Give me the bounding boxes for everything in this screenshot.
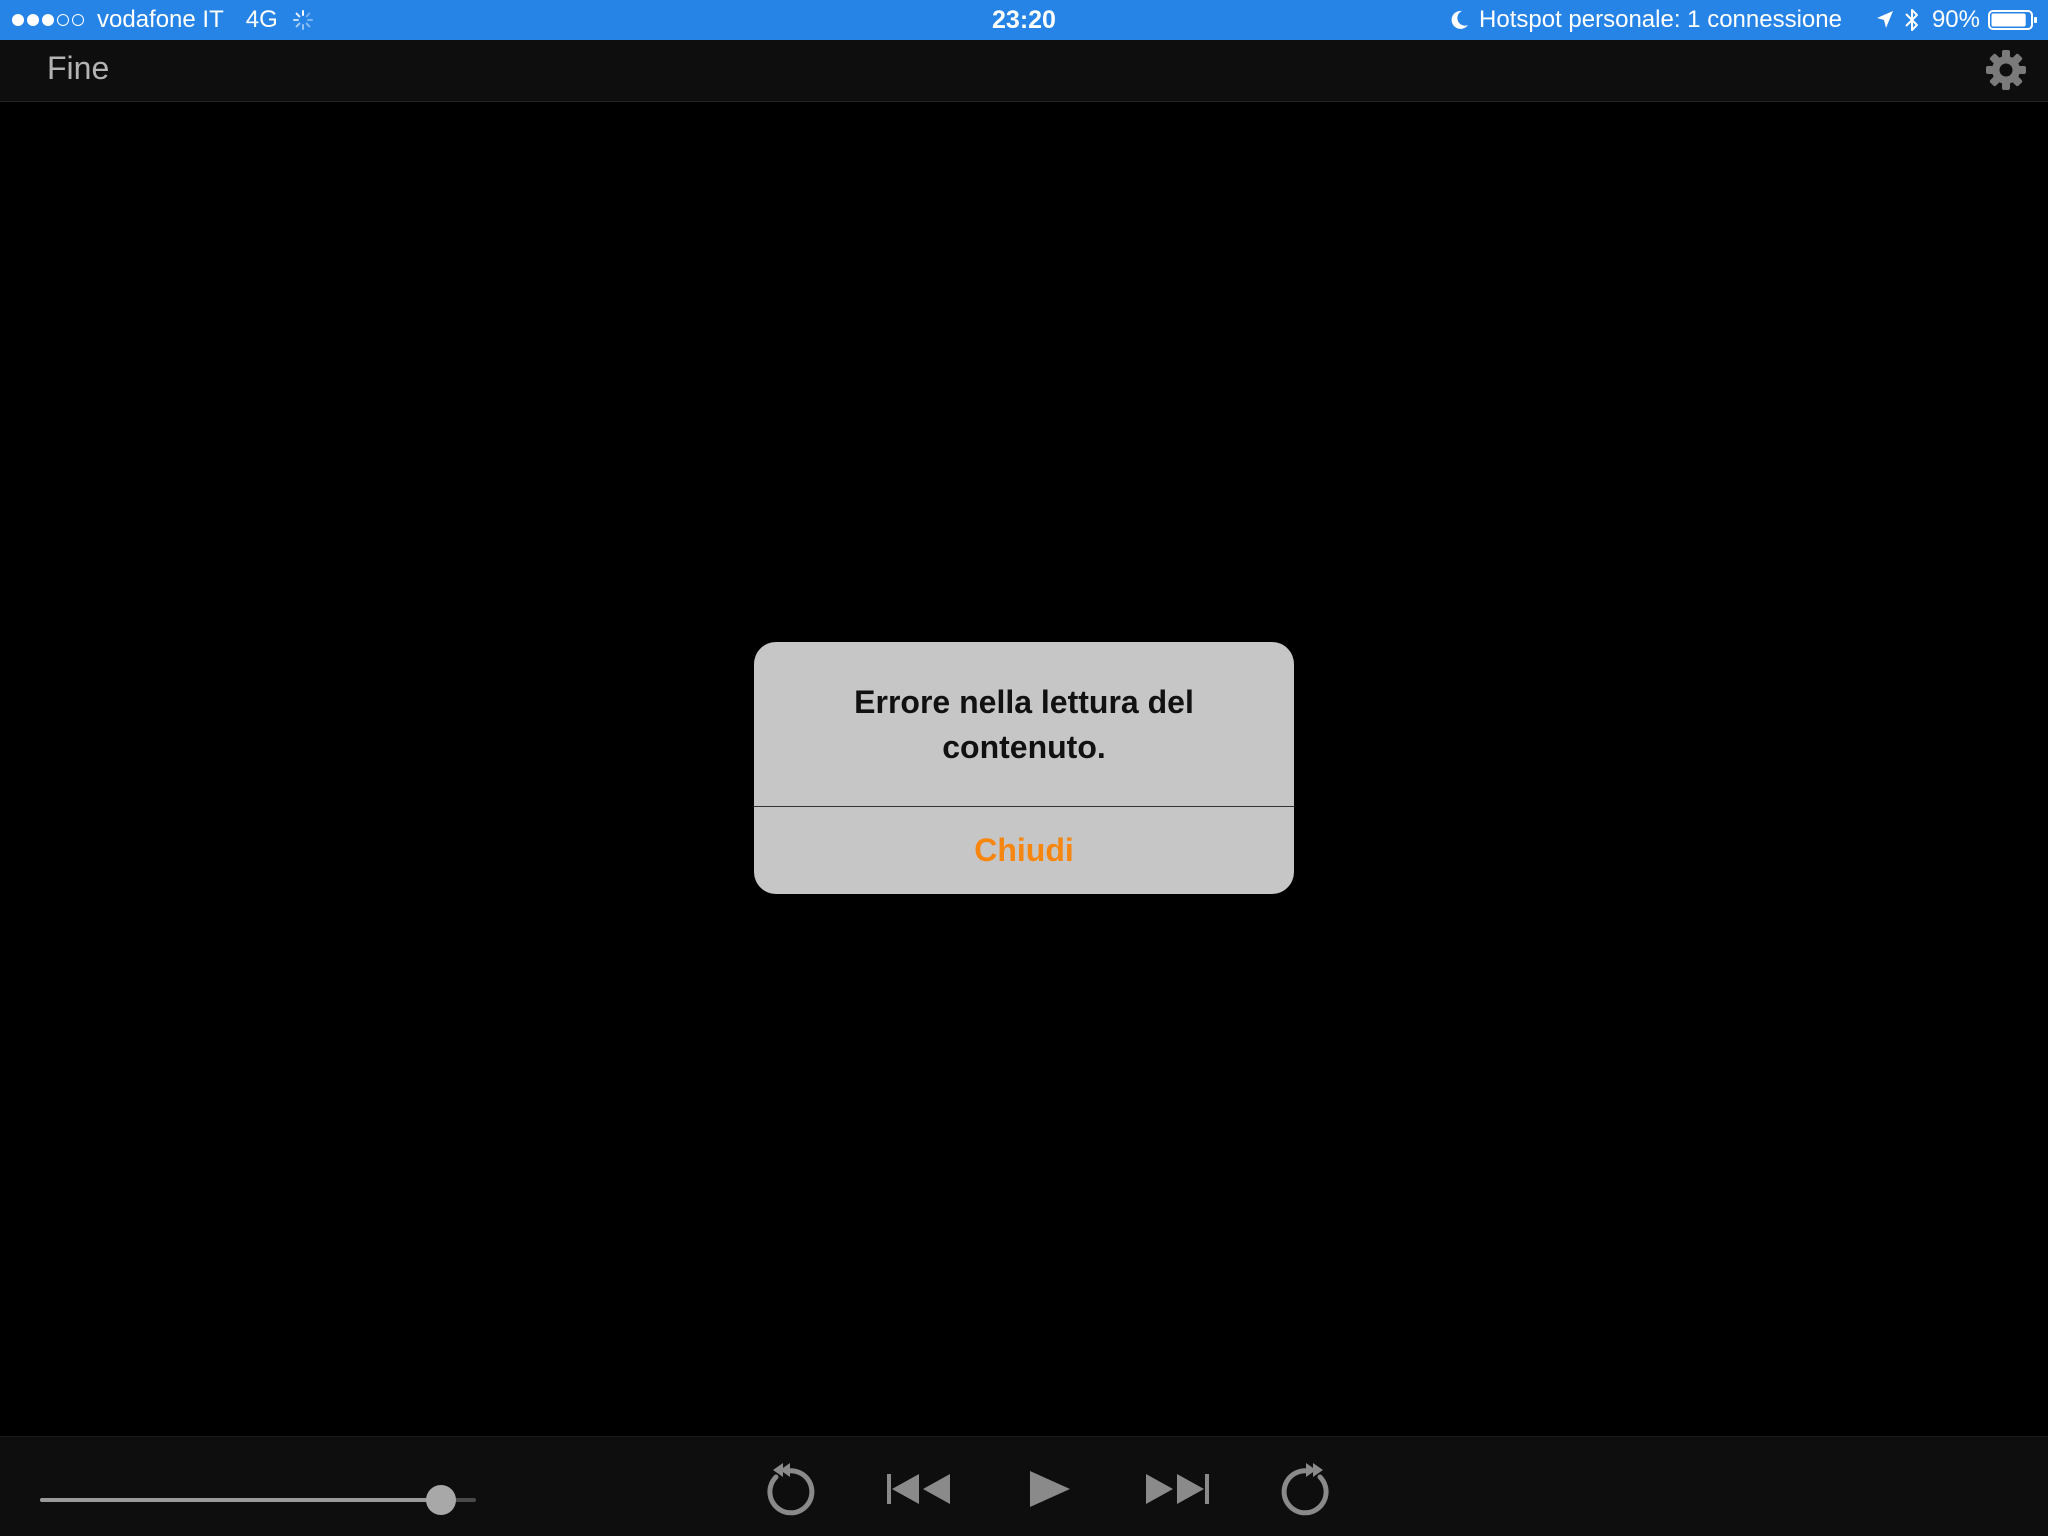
playback-toolbar <box>0 1436 2048 1536</box>
volume-slider-fill <box>40 1498 442 1502</box>
bluetooth-icon <box>1905 9 1918 31</box>
play-icon[interactable] <box>1016 1457 1080 1521</box>
fast-forward-icon[interactable] <box>1276 1457 1340 1521</box>
battery-percentage: 90% <box>1931 6 1980 33</box>
status-bar: vodafone IT 4G 23:20 Hotspot personale: … <box>0 0 2048 40</box>
close-button[interactable]: Chiudi <box>754 807 1294 894</box>
moon-icon <box>1451 10 1469 29</box>
done-button[interactable]: Fine <box>47 50 109 87</box>
video-player-screen: vodafone IT 4G 23:20 Hotspot personale: … <box>0 0 2048 1536</box>
rewind-icon[interactable] <box>756 1457 820 1521</box>
alert-message: Errore nella lettura del contenuto. <box>854 684 1194 765</box>
battery-icon <box>1988 10 2037 30</box>
error-alert: Errore nella lettura del contenuto. Chiu… <box>754 642 1294 894</box>
skip-back-icon[interactable] <box>886 1457 950 1521</box>
skip-forward-icon[interactable] <box>1146 1457 1210 1521</box>
location-icon <box>1876 11 1893 28</box>
volume-slider-thumb[interactable] <box>426 1485 457 1515</box>
gear-icon[interactable] <box>1984 48 2028 92</box>
nav-bar: Fine <box>0 40 2048 102</box>
hotspot-status: Hotspot personale: 1 connessione <box>1479 6 1842 33</box>
volume-slider[interactable] <box>40 1485 476 1515</box>
status-right: Hotspot personale: 1 connessione 90% <box>1449 0 2038 40</box>
